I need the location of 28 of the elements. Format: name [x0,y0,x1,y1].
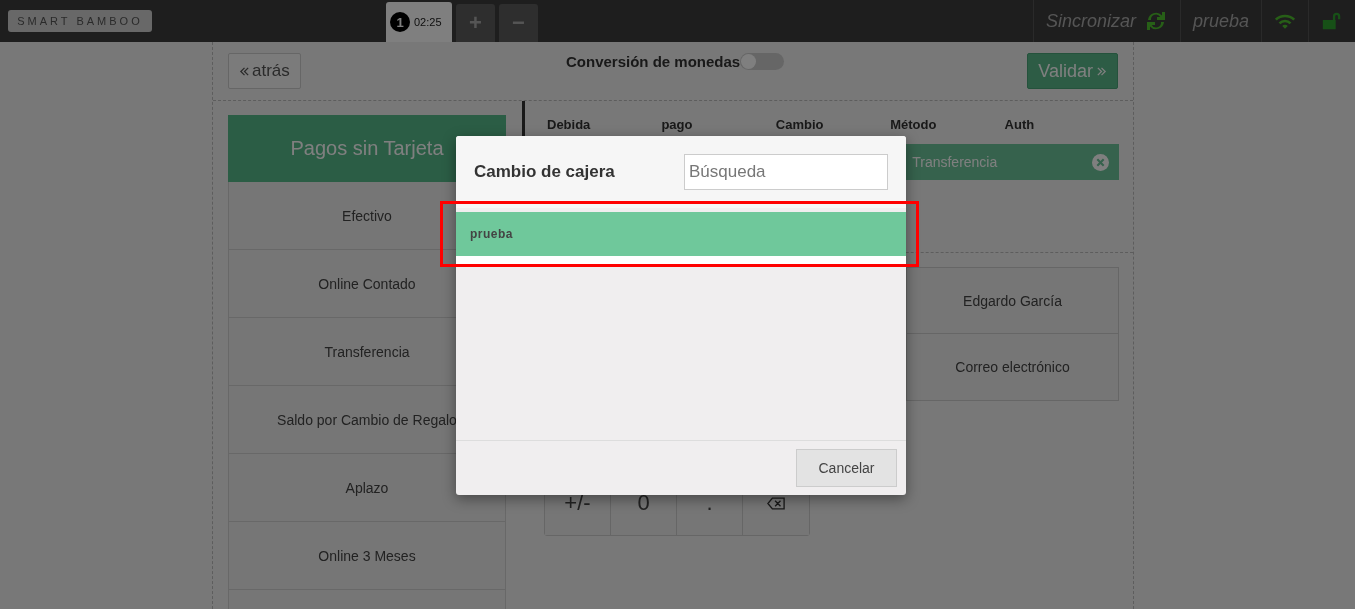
remove-tab-button[interactable]: − [499,4,538,42]
order-time: 02:25 [414,16,442,28]
remove-icon[interactable] [1092,153,1109,171]
logo: SMART BAMBOO [8,10,152,32]
currency-conversion-label: Conversión de monedas [566,53,741,70]
validate-button[interactable]: Validar [1027,53,1118,89]
unlocked-padlock-icon [1321,10,1343,32]
option-button[interactable]: Edgardo García [906,267,1119,334]
payment-method-item[interactable]: Online 3 Meses [228,522,506,590]
wifi-icon [1274,12,1296,30]
backspace-icon [767,496,785,510]
add-tab-button[interactable]: + [456,4,495,42]
option-button[interactable]: Correo electrónico [906,334,1119,401]
order-tab[interactable]: 1 02:25 [386,2,452,42]
search-field[interactable]: Búsqueda [684,154,888,190]
cashier-item[interactable]: prueba [456,212,906,264]
column-header: Cambio [775,116,825,134]
double-chevron-left-icon [239,65,250,77]
double-chevron-right-icon [1096,65,1107,77]
column-header: Método [890,116,938,134]
column-header: pago [661,116,694,134]
cancel-button[interactable]: Cancelar [796,449,897,487]
column-header: Auth [1004,116,1036,134]
toggle-switch[interactable] [740,53,785,70]
back-button[interactable]: atrás [228,53,301,89]
payment-method-text: Transferencia [912,154,998,170]
column-header: Debida [547,116,592,134]
order-number: 1 [390,12,410,32]
